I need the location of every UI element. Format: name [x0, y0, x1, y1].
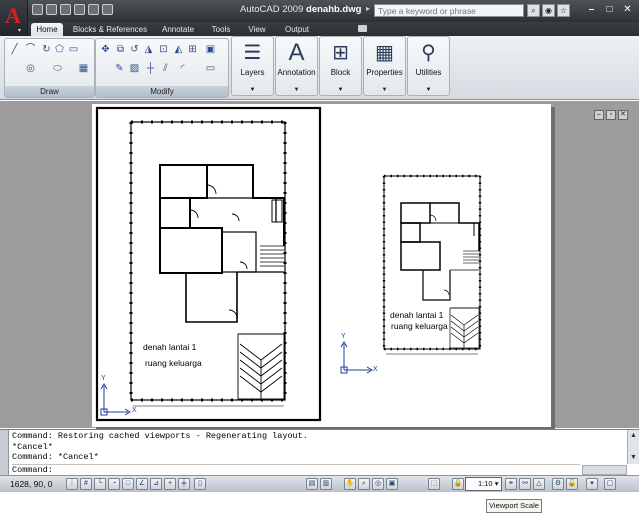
right-room-label: denah lantai 1 [390, 310, 444, 320]
ucs-icon-right [340, 341, 373, 374]
ucs-y-label: Y [101, 375, 106, 382]
scroll-down-icon[interactable]: ▼ [628, 452, 639, 463]
command-history-line: Command: Restoring cached viewports - Re… [12, 431, 308, 441]
command-window: Command: Restoring cached viewports - Re… [0, 429, 639, 476]
right-room-sublabel: ruang keluarga [391, 321, 448, 331]
zoom-icon[interactable]: ⌕ [358, 478, 370, 490]
polar-tracking-icon[interactable]: ◔ [108, 478, 120, 490]
snap-mode-icon[interactable]: ⁞ [66, 478, 78, 490]
command-history-line: Command: *Cancel* [12, 452, 99, 462]
scroll-up-icon[interactable]: ▲ [628, 430, 639, 441]
viewport-scale-value: 1:10 [478, 479, 493, 488]
left-room-label: denah lantai 1 [143, 342, 197, 352]
command-window-grip[interactable] [0, 430, 9, 476]
maximize-viewport-icon[interactable]: ⬚ [428, 478, 440, 490]
coordinate-display[interactable]: 1628, 90, 0 [10, 479, 53, 489]
annotation-scale-lock-icon[interactable]: 🔒 [452, 478, 464, 490]
left-room-sublabel: ruang keluarga [145, 358, 202, 368]
command-scrollbar[interactable]: ▲ ▼ [627, 430, 639, 464]
viewport-scale-dropdown[interactable]: 1:10 ▾ [465, 477, 502, 491]
lineweight-icon[interactable]: ╪ [178, 478, 190, 490]
viewport-scale-tooltip: Viewport Scale [486, 499, 542, 513]
model-space-icon[interactable]: ▤ [306, 478, 318, 490]
command-history: Command: Restoring cached viewports - Re… [12, 431, 308, 463]
ortho-mode-icon[interactable]: └ [94, 478, 106, 490]
ucs-y-label-right: Y [341, 333, 346, 340]
grid-display-icon[interactable]: # [80, 478, 92, 490]
lock-ui-icon[interactable]: 🔓 [566, 478, 578, 490]
clean-screen-icon[interactable]: ▢ [604, 478, 616, 490]
dynamic-input-icon[interactable]: + [164, 478, 176, 490]
command-history-line: *Cancel* [12, 441, 53, 452]
ucs-icon-left [100, 383, 131, 416]
ucs-x-label: X [132, 407, 137, 414]
object-snap-icon[interactable]: □ [122, 478, 134, 490]
status-bar: 1628, 90, 0 ⁞ # └ ◔ □ ∠ ⊿ + ╪ ▯ ▤ ▥ ✋ ⌕ … [0, 475, 639, 492]
auto-scale-icon[interactable]: ⚯ [519, 478, 531, 490]
workspace-switching-icon[interactable]: ⚙ [552, 478, 564, 490]
dynamic-ucs-icon[interactable]: ⊿ [150, 478, 162, 490]
command-input[interactable]: Command: [12, 464, 580, 475]
showmotion-icon[interactable]: ▣ [386, 478, 398, 490]
steeringwheel-icon[interactable]: ◎ [372, 478, 384, 490]
ucs-x-label-right: X [373, 366, 378, 373]
layout-space-icon[interactable]: ▥ [320, 478, 332, 490]
scroll-thumb[interactable] [628, 441, 639, 452]
annotation-scale-icon[interactable]: △ [533, 478, 545, 490]
command-horizontal-scrollbar[interactable] [582, 465, 627, 475]
quick-properties-icon[interactable]: ▯ [194, 478, 206, 490]
status-bar-menu-icon[interactable]: ▾ [586, 478, 598, 490]
object-snap-tracking-icon[interactable]: ∠ [136, 478, 148, 490]
pan-icon[interactable]: ✋ [344, 478, 356, 490]
annotation-visibility-icon[interactable]: ⚭ [505, 478, 517, 490]
